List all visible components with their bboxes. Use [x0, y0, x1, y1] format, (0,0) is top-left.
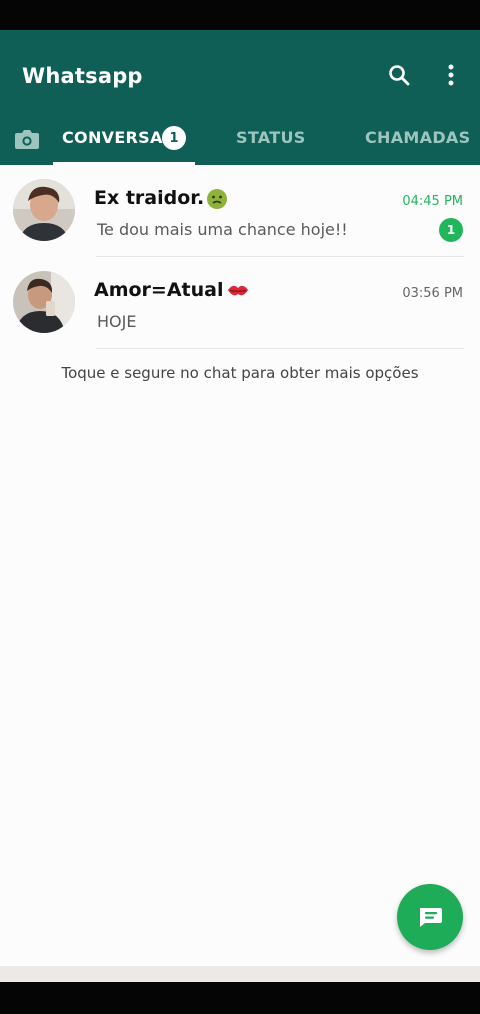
more-vert-icon: [448, 64, 454, 86]
kiss-mark-icon: [227, 285, 248, 295]
chat-name: Ex traidor.: [94, 187, 228, 210]
system-top-bar: [0, 0, 480, 30]
chat-time: 04:45 PM: [402, 194, 463, 209]
tab-chamadas[interactable]: CHAMADAS: [365, 128, 470, 147]
avatar[interactable]: [13, 271, 75, 333]
app-bar: Whatsapp CONVERSAS 1 STATUS CHAMADAS: [0, 38, 480, 165]
avatar-photo: [13, 271, 75, 333]
tab-status[interactable]: STATUS: [236, 128, 306, 147]
more-options-button[interactable]: [436, 60, 466, 90]
chat-item-ex-traidor[interactable]: Ex traidor. 04:45 PM Te dou mais uma cha…: [0, 165, 480, 257]
avatar-photo: [13, 179, 75, 241]
status-bar: [0, 30, 480, 38]
tab-conversas[interactable]: CONVERSAS: [62, 128, 175, 147]
unread-badge: 1: [439, 218, 463, 242]
new-chat-button[interactable]: [397, 884, 463, 950]
chat-name: Amor=Atual: [94, 279, 250, 301]
search-button[interactable]: [384, 60, 414, 90]
chat-icon: [420, 908, 442, 927]
app-title: Whatsapp: [22, 64, 143, 88]
chat-item-amor-atual[interactable]: Amor=Atual 03:56 PM HOJE: [0, 257, 480, 349]
camera-icon: [15, 130, 39, 149]
chat-time: 03:56 PM: [402, 286, 463, 301]
chat-last-message: Te dou mais uma chance hoje!!: [97, 220, 348, 239]
search-icon: [389, 65, 410, 86]
divider: [96, 348, 464, 349]
chat-last-message: HOJE: [97, 312, 137, 331]
tab-conversas-badge: 1: [162, 126, 186, 150]
tab-camera[interactable]: [10, 122, 44, 156]
nauseated-face-icon: [207, 188, 228, 209]
system-bottom-bar: [0, 982, 480, 1014]
bottom-strip: [0, 966, 480, 982]
tab-bar: CONVERSAS 1 STATUS CHAMADAS: [0, 118, 480, 165]
hint-text: Toque e segure no chat para obter mais o…: [61, 364, 419, 382]
avatar[interactable]: [13, 179, 75, 241]
